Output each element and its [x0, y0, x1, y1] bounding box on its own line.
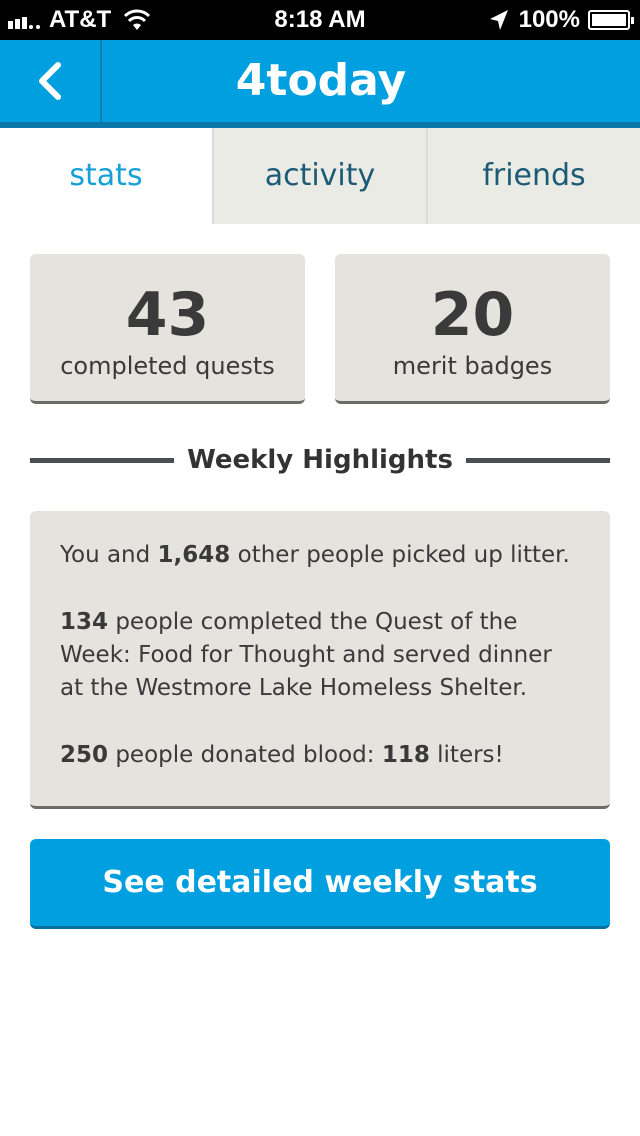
highlight-item: 134 people completed the Quest of the We…: [60, 606, 580, 705]
highlight-number: 250: [60, 742, 109, 768]
stat-label: completed quests: [60, 352, 275, 380]
nav-bar: 4today: [0, 40, 640, 128]
highlight-number: 118: [381, 742, 430, 768]
highlight-text: liters!: [429, 742, 504, 768]
battery-icon: [588, 10, 634, 30]
highlight-item: 250 people donated blood: 118 liters!: [60, 739, 580, 772]
status-right: 100%: [489, 6, 634, 34]
tab-bar: stats activity friends: [0, 128, 640, 224]
stat-card-completed-quests: 43 completed quests: [30, 254, 305, 404]
stat-label: merit badges: [392, 352, 553, 380]
battery-percent: 100%: [518, 6, 580, 33]
highlights-card: You and 1,648 other people picked up lit…: [30, 511, 610, 809]
status-bar: AT&T 8:18 AM 100%: [0, 0, 640, 40]
chevron-left-icon: [39, 62, 61, 100]
tab-stats[interactable]: stats: [0, 128, 212, 224]
highlight-text: You and: [60, 542, 158, 568]
highlight-number: 1,648: [157, 542, 231, 568]
highlight-text: people donated blood:: [108, 742, 382, 768]
highlight-text: other people picked up litter.: [230, 542, 570, 568]
tab-activity[interactable]: activity: [212, 128, 426, 224]
location-arrow-icon: [489, 10, 508, 30]
battery-fill: [592, 14, 626, 26]
see-detailed-weekly-stats-button[interactable]: See detailed weekly stats: [30, 839, 610, 929]
back-button[interactable]: [0, 40, 102, 122]
stat-number: 43: [125, 280, 210, 350]
highlight-text: people completed the Quest of the Week: …: [60, 609, 552, 701]
page-title: 4today: [235, 55, 407, 106]
tab-friends[interactable]: friends: [426, 128, 640, 224]
highlight-item: You and 1,648 other people picked up lit…: [60, 539, 580, 572]
divider-right: [466, 458, 610, 463]
stat-card-merit-badges: 20 merit badges: [335, 254, 610, 404]
weekly-highlights-header: Weekly Highlights: [30, 440, 610, 480]
highlight-number: 134: [60, 609, 109, 635]
stat-number: 20: [430, 280, 515, 350]
